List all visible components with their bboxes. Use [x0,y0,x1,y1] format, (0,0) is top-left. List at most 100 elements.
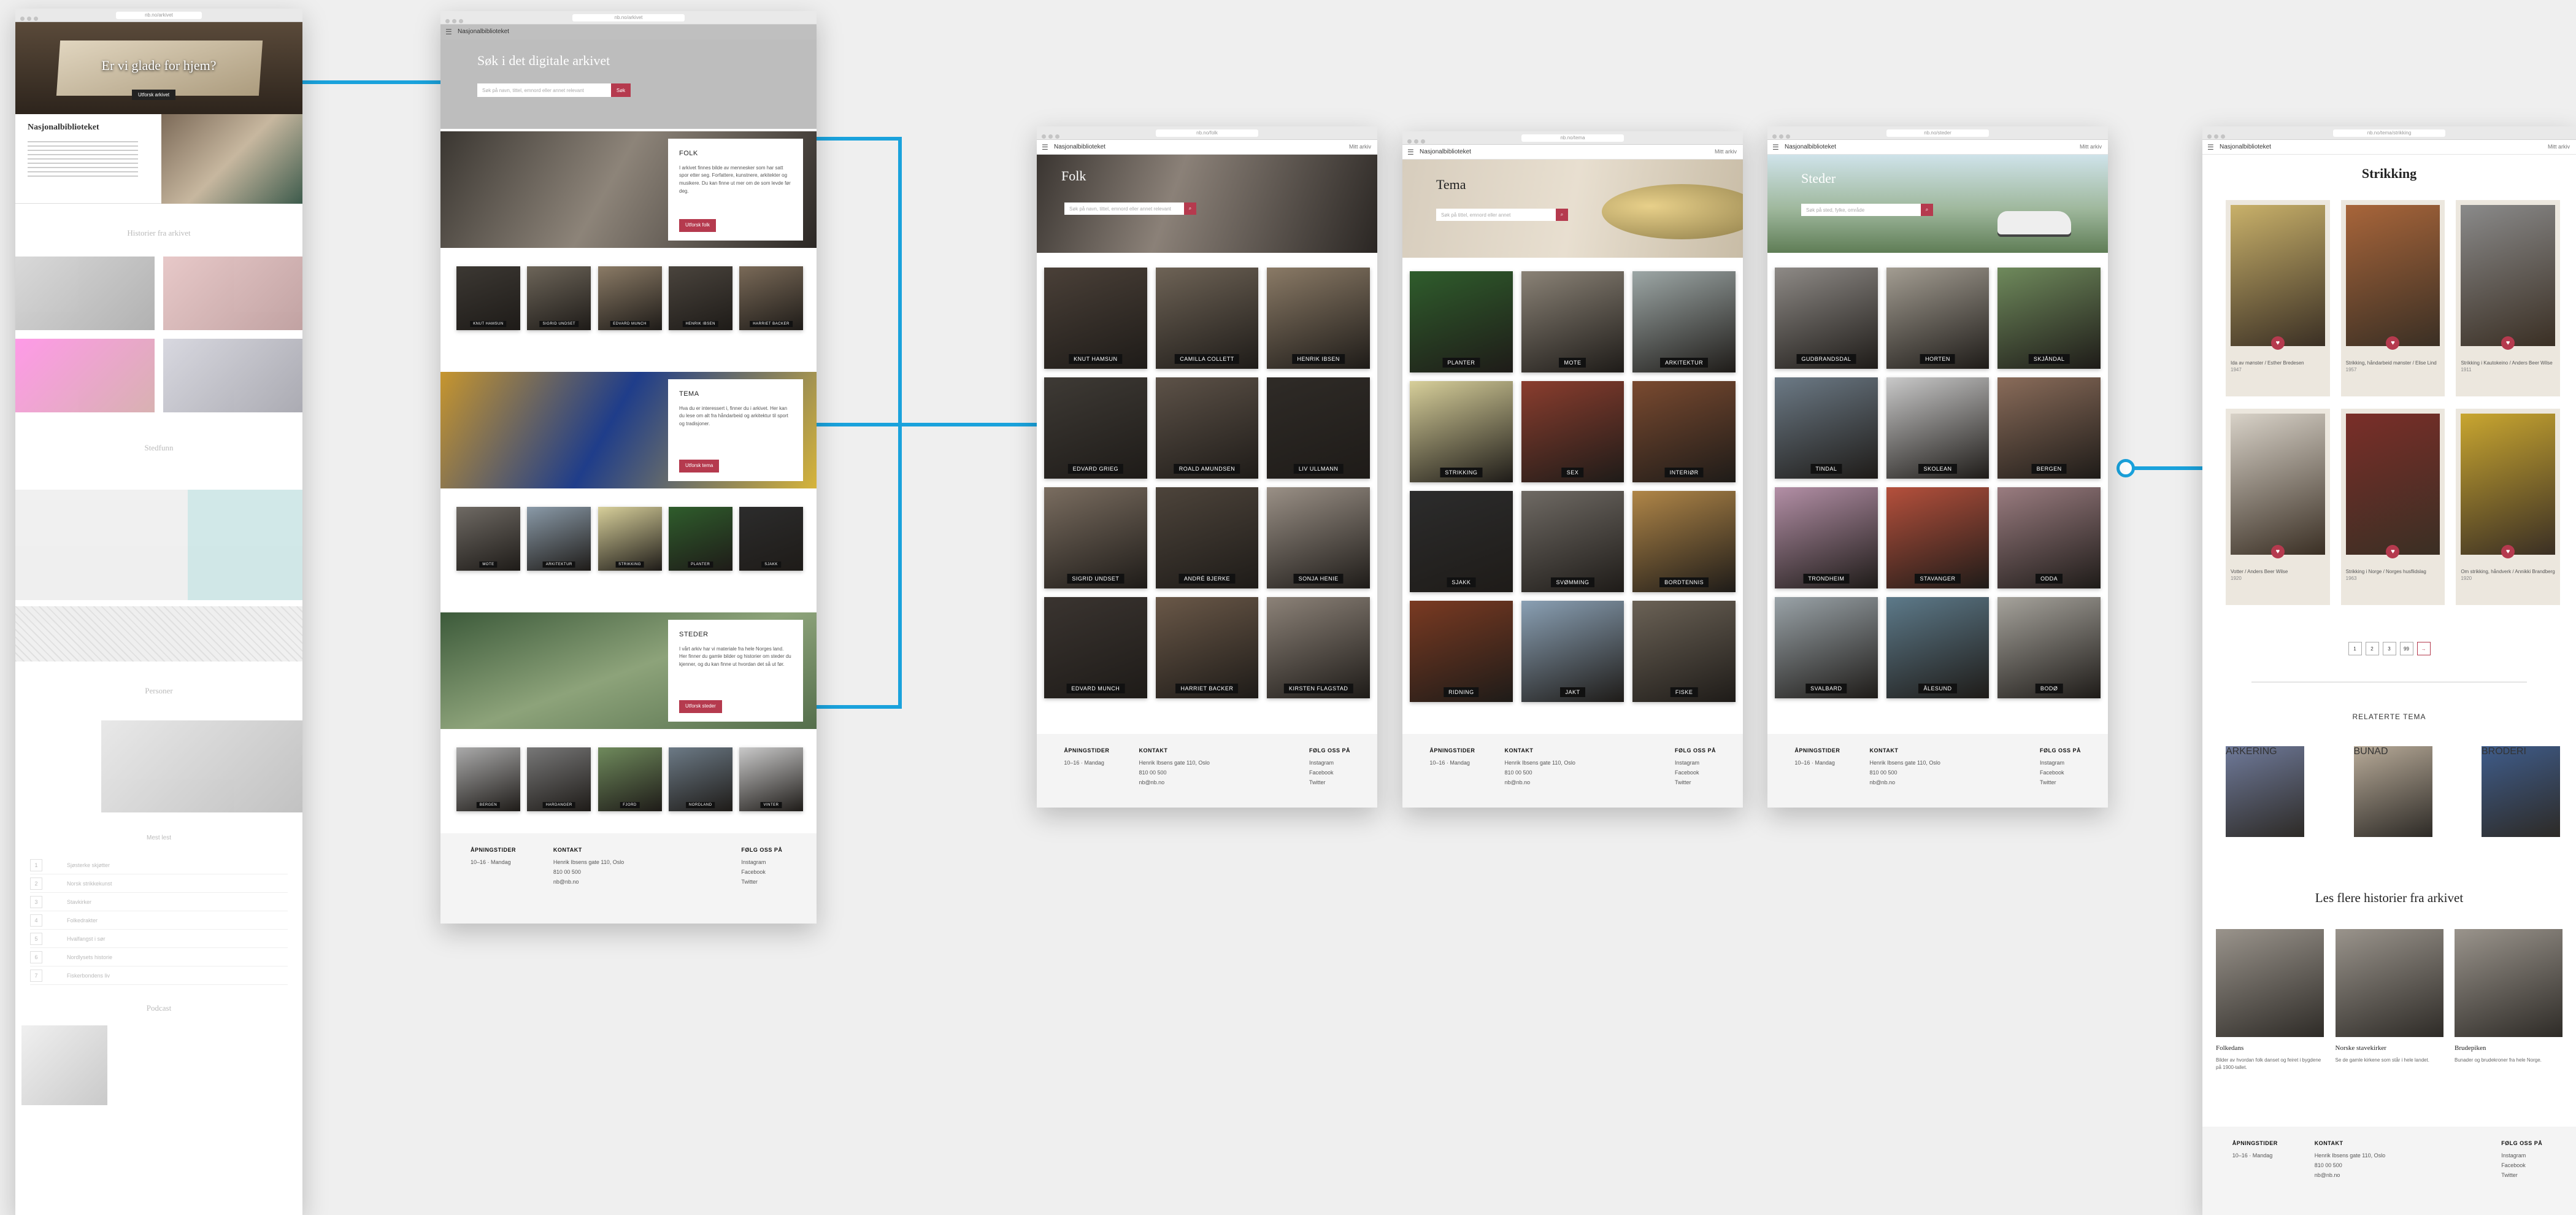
menu-icon[interactable]: ☰ [2207,143,2214,152]
save-icon[interactable]: ♥ [2386,336,2400,350]
url-bar[interactable]: nb.no/steder [1886,129,1989,137]
thumbnail[interactable]: HARDANGER [527,747,591,811]
save-icon[interactable]: ♥ [2386,545,2400,558]
footer-link[interactable]: 810 00 500 [553,869,624,875]
thumbnail[interactable]: PLANTER [668,507,732,571]
grid-tile[interactable]: ANDRÉ BJERKE [1155,487,1259,588]
footer-link[interactable]: Henrik Ibsens gate 110, Oslo [1139,760,1210,766]
footer-link[interactable]: Instagram [741,859,782,865]
grid-tile[interactable]: KNUT HAMSUN [1044,268,1147,369]
grid-tile[interactable]: SVØMMING [1521,491,1624,592]
search-input[interactable]: Søk på tittel, emnord eller annet [1436,209,1556,221]
grid-tile[interactable]: HARRIET BACKER [1155,597,1259,698]
thumbnail[interactable]: SJAKK [739,507,803,571]
footer-link[interactable]: Instagram [2040,760,2081,766]
list-item[interactable]: 7 Fiskerbondens liv [30,966,288,985]
footer-link[interactable]: nb@nb.no [1139,779,1210,785]
save-icon[interactable]: ♥ [2270,545,2285,558]
grid-tile[interactable]: SVALBARD [1775,597,1878,698]
thumbnail[interactable]: MOTE [456,507,520,571]
grid-tile[interactable]: MOTE [1521,271,1624,372]
grid-tile[interactable]: SEX [1521,381,1624,482]
list-item[interactable]: 1 Sjøsterke skjøtter [30,856,288,874]
page-button[interactable]: 3 [2382,642,2396,655]
footer-link[interactable]: Facebook [1675,770,1716,776]
book-card[interactable]: ♥ Ida av mønster / Esther Bredesen 1947 [2226,200,2330,396]
menu-icon[interactable]: ☰ [445,28,452,36]
footer-link[interactable]: Facebook [741,869,782,875]
save-icon[interactable]: ♥ [2270,336,2285,350]
search-button[interactable]: ⌕ [1184,202,1196,215]
section-explore-button[interactable]: Utforsk tema [679,460,720,472]
thumbnail[interactable]: KNUT HAMSUN [456,266,520,330]
hero-explore-button[interactable]: Utforsk arkivet [132,90,176,100]
grid-tile[interactable]: CAMILLA COLLETT [1155,268,1259,369]
page-button[interactable]: 2 [2365,642,2379,655]
page-button[interactable]: 1 [2348,642,2362,655]
search-input[interactable]: Søk på navn, tittel, emnord eller annet … [477,83,611,97]
grid-tile[interactable]: ARKITEKTUR [1632,271,1736,372]
grid-tile[interactable]: EDVARD MUNCH [1044,597,1147,698]
brand-logo[interactable]: Nasjonalbiblioteket [458,28,509,35]
footer-link[interactable]: 810 00 500 [1505,770,1575,776]
grid-tile[interactable]: ÅLESUND [1886,597,1990,698]
thumbnail[interactable]: EDVARD MUNCH [598,266,662,330]
my-archive-link[interactable]: Mitt arkiv [2080,144,2102,150]
related-theme[interactable]: ARKERING [2226,746,2304,837]
grid-tile[interactable]: STRIKKING [1410,381,1513,482]
book-card[interactable]: ♥ Votter / Anders Beer Wilse 1920 [2226,409,2330,605]
thumbnail[interactable]: ARKITEKTUR [527,507,591,571]
footer-link[interactable]: 810 00 500 [1139,770,1210,776]
my-archive-link[interactable]: Mitt arkiv [1715,148,1737,155]
book-card[interactable]: ♥ Strikking i Norge / Norges husflidslag 1… [2340,409,2445,605]
story-card[interactable]: Folkedans Bilder av hvordan folk danset o… [2216,929,2324,1071]
search-input[interactable]: Søk på sted, fylke, område [1801,204,1921,216]
thumbnail[interactable]: FJORD [598,747,662,811]
grid-tile[interactable]: TRONDHEIM [1775,487,1878,588]
grid-tile[interactable]: SIGRID UNDSET [1044,487,1147,588]
footer-link[interactable]: Twitter [2501,1172,2542,1178]
brand-logo[interactable]: Nasjonalbiblioteket [1785,144,1836,150]
footer-link[interactable]: 810 00 500 [1870,770,1940,776]
grid-tile[interactable]: SKJÅNDAL [1997,268,2101,369]
footer-link[interactable]: Instagram [2501,1152,2542,1159]
grid-tile[interactable]: JAKT [1521,601,1624,702]
thumbnail[interactable]: VINTER [739,747,803,811]
section-explore-button[interactable]: Utforsk folk [679,219,717,232]
book-card[interactable]: ♥ Om strikking, håndverk / Annikki Brandb… [2456,409,2560,605]
grid-tile[interactable]: RIDNING [1410,601,1513,702]
grid-tile[interactable]: SKOLEAN [1886,377,1990,479]
save-icon[interactable]: ♥ [2501,336,2515,350]
footer-link[interactable]: 810 00 500 [2315,1162,2385,1168]
footer-link[interactable]: nb@nb.no [553,879,624,885]
grid-tile[interactable]: EDVARD GRIEG [1044,377,1147,479]
menu-icon[interactable]: ☰ [1042,143,1048,152]
thumbnail[interactable]: NORDLAND [668,747,732,811]
book-card[interactable]: ♥ Strikking i Kautokeino / Anders Beer Wi… [2456,200,2560,396]
footer-link[interactable]: Facebook [2501,1162,2542,1168]
footer-link[interactable]: nb@nb.no [2315,1172,2385,1178]
save-icon[interactable]: ♥ [2501,545,2515,558]
thumbnail[interactable]: HARRIET BACKER [739,266,803,330]
menu-icon[interactable]: ☰ [1407,148,1414,156]
brand-logo[interactable]: Nasjonalbiblioteket [1054,144,1105,150]
grid-tile[interactable]: HENRIK IBSEN [1267,268,1370,369]
footer-link[interactable]: Twitter [1309,779,1350,785]
url-bar[interactable]: nb.no/arkivet [115,12,202,19]
footer-link[interactable]: nb@nb.no [1505,779,1575,785]
related-theme[interactable]: BUNAD [2353,746,2432,837]
grid-tile[interactable]: SJAKK [1410,491,1513,592]
story-card[interactable]: Norske stavekirker Se de gamle kirkene so… [2335,929,2443,1071]
footer-link[interactable]: Henrik Ibsens gate 110, Oslo [553,859,624,865]
list-item[interactable]: 2 Norsk strikkekunst [30,874,288,893]
section-explore-button[interactable]: Utforsk steder [679,700,722,713]
list-item[interactable]: 4 Folkedrakter [30,911,288,930]
grid-tile[interactable]: SONJA HENIE [1267,487,1370,588]
grid-tile[interactable]: ODDA [1997,487,2101,588]
grid-tile[interactable]: BORDTENNIS [1632,491,1736,592]
grid-tile[interactable]: KIRSTEN FLAGSTAD [1267,597,1370,698]
grid-tile[interactable]: HORTEN [1886,268,1990,369]
page-button[interactable]: → [2416,642,2431,655]
list-item[interactable]: 3 Stavkirker [30,893,288,911]
thumbnail[interactable]: BERGEN [456,747,520,811]
